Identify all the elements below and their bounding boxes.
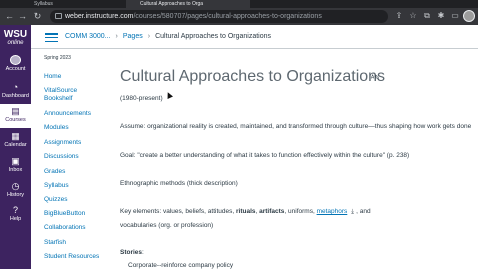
breadcrumb-current: Cultural Approaches to Organizations: [155, 33, 272, 40]
breadcrumb-pages[interactable]: Pages: [123, 33, 143, 40]
paragraph-stories: Stories:: [120, 249, 144, 257]
course-nav-vitalsource[interactable]: VitalSource: [44, 87, 77, 95]
history-icon: ◷: [11, 181, 20, 191]
back-icon[interactable]: ←: [4, 11, 15, 22]
course-nav-announcements[interactable]: Announcements: [44, 110, 91, 118]
paragraph-methods: Ethnographic methods (thick description): [120, 180, 238, 187]
account-icon: [10, 55, 21, 65]
stories-heading: Stories: [120, 249, 143, 256]
extension-icon[interactable]: ⧉: [422, 11, 432, 21]
uniforms-text: , uniforms,: [284, 208, 317, 215]
paragraph-assume: Assume: organizational reality is create…: [120, 123, 472, 130]
global-nav-calendar-label: Calendar: [4, 142, 27, 148]
lock-icon: [55, 13, 62, 19]
and-text: , and: [356, 208, 371, 215]
browser-tab-syllabus[interactable]: Syllabus: [20, 0, 124, 8]
page-header: COMM 3000... › Pages › Cultural Approaches t…: [31, 25, 478, 49]
logo-text-online: online: [7, 40, 24, 46]
stories-colon: :: [142, 249, 144, 256]
dashboard-icon: ◔: [12, 82, 19, 92]
global-nav-dashboard-label: Dashboard: [2, 93, 29, 99]
course-nav-grades[interactable]: Grades: [44, 168, 65, 176]
global-nav-inbox-label: Inbox: [8, 167, 23, 173]
global-nav: WSU online Account ◔ Dashboard ▤ Courses…: [0, 25, 31, 269]
page-content: Cultural Approaches to Organizations ᴬ✎ …: [120, 49, 472, 269]
key-elements-text: Key elements: values, beliefs, attitudes…: [120, 208, 236, 215]
paragraph-goal: Goal: "create a better understanding of …: [120, 152, 410, 159]
profile-avatar[interactable]: [463, 10, 475, 22]
browser-toolbar: ← → ↻ weber.instructure.com/courses/5807…: [0, 8, 478, 25]
address-bar[interactable]: weber.instructure.com/courses/580707/pag…: [50, 10, 388, 23]
reload-icon[interactable]: ↻: [32, 11, 43, 22]
breadcrumb-course[interactable]: COMM 3000...: [65, 33, 111, 40]
global-nav-history-label: History: [6, 192, 25, 198]
global-nav-help-label: Help: [9, 216, 22, 222]
course-nav-bigbluebutton[interactable]: BigBlueButton: [44, 210, 85, 218]
global-nav-account[interactable]: Account: [0, 55, 31, 72]
global-nav-courses-label: Courses: [5, 117, 26, 123]
course-menu-toggle[interactable]: [45, 33, 58, 42]
url-path: /courses/580707/pages/cultural-approache…: [133, 13, 322, 20]
rituals-text: rituals: [235, 208, 256, 215]
immersive-reader-icon[interactable]: ᴬ✎: [371, 75, 381, 83]
help-icon: ?: [12, 205, 18, 215]
course-nav: Spring 2023 Home VitalSource Bookshelf A…: [31, 49, 99, 269]
breadcrumb: COMM 3000... › Pages › Cultural Approaches t…: [65, 25, 271, 49]
course-nav-quizzes[interactable]: Quizzes: [44, 196, 67, 204]
global-nav-help[interactable]: ? Help: [0, 205, 31, 222]
course-nav-modules[interactable]: Modules: [44, 124, 69, 132]
breadcrumb-separator-icon: ›: [115, 33, 118, 40]
extensions-puzzle-icon[interactable]: ✱: [436, 11, 446, 21]
course-nav-discussions[interactable]: Discussions: [44, 153, 79, 161]
global-nav-calendar[interactable]: ▦ Calendar: [0, 131, 31, 148]
global-nav-inbox[interactable]: ▣ Inbox: [0, 156, 31, 173]
wsu-online-logo[interactable]: WSU online: [0, 29, 31, 47]
breadcrumb-separator-icon: ›: [147, 33, 151, 40]
course-nav-syllabus[interactable]: Syllabus: [44, 182, 69, 190]
inbox-icon: ▣: [11, 156, 20, 166]
course-nav-bookshelf[interactable]: Bookshelf: [44, 95, 73, 103]
share-icon[interactable]: ⇪: [394, 11, 404, 21]
course-nav-assignments[interactable]: Assignments: [44, 139, 81, 147]
browser-tab-current[interactable]: Cultural Approaches to Orga: [126, 0, 250, 8]
sidebar-icon[interactable]: ▭: [450, 11, 460, 21]
term-label: Spring 2023: [44, 55, 71, 61]
global-nav-courses[interactable]: ▤ Courses: [0, 104, 31, 128]
global-nav-history[interactable]: ◷ History: [0, 181, 31, 198]
url-host: weber.instructure.com: [65, 13, 134, 20]
calendar-icon: ▦: [11, 131, 20, 141]
bookmark-star-icon[interactable]: ☆: [408, 11, 418, 21]
url-text[interactable]: weber.instructure.com/courses/580707/pag…: [65, 10, 322, 23]
paragraph-vocabularies: vocabularies (org. or profession): [120, 222, 214, 229]
artifacts-text: artifacts: [259, 208, 285, 215]
global-nav-account-label: Account: [5, 66, 26, 72]
forward-icon[interactable]: →: [17, 11, 28, 22]
metaphors-link[interactable]: metaphors: [317, 208, 348, 215]
page-title: Cultural Approaches to Organizations: [120, 68, 386, 85]
paragraph-dates: (1980-present): [120, 95, 163, 102]
browser-tab-strip: Syllabus Cultural Approaches to Orga: [0, 0, 478, 8]
course-nav-home[interactable]: Home: [44, 73, 61, 81]
global-nav-dashboard[interactable]: ◔ Dashboard: [0, 82, 31, 99]
paragraph-key-elements: Key elements: values, beliefs, attitudes…: [120, 208, 371, 216]
course-nav-starfish[interactable]: Starfish: [44, 239, 66, 247]
course-nav-collaborations[interactable]: Collaborations: [44, 224, 86, 232]
logo-text-wsu: WSU: [3, 29, 28, 40]
course-nav-student-resources[interactable]: Student Resources: [44, 253, 99, 261]
courses-icon: ▤: [11, 106, 20, 116]
